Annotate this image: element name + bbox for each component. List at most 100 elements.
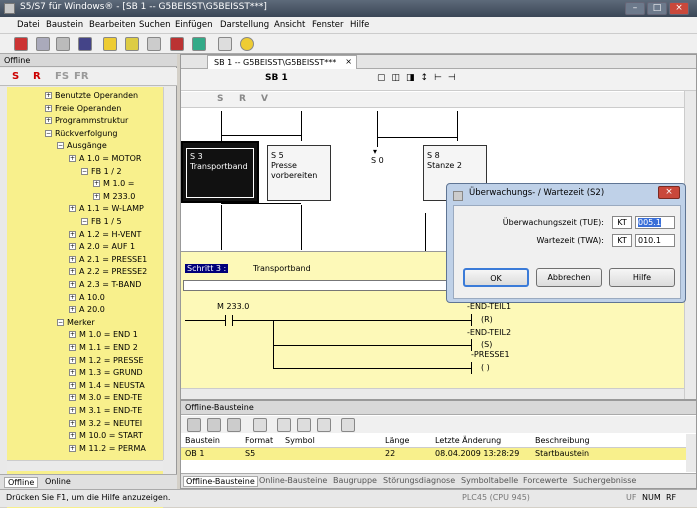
module-icon[interactable] xyxy=(170,37,184,51)
tab-forcewerte[interactable]: Forcewerte xyxy=(521,476,569,485)
minimize-button[interactable]: – xyxy=(625,2,645,15)
menu-suchen[interactable]: Suchen xyxy=(139,20,170,30)
tree-view[interactable]: + Benutzte Operanden + Freie Operanden + Prog… xyxy=(7,87,163,508)
transfer2-icon[interactable] xyxy=(125,37,139,51)
expand-icon[interactable]: + xyxy=(69,268,76,276)
v-tool[interactable]: V xyxy=(261,94,268,104)
tree-item[interactable]: + M 10.0 = START xyxy=(69,431,143,443)
tab-sb1[interactable]: SB 1 -- G5BEISST\G5BEISST*** × xyxy=(207,55,357,69)
monitor-icon[interactable] xyxy=(192,37,206,51)
expand-icon[interactable]: + xyxy=(69,432,76,440)
dialog-close-button[interactable]: × xyxy=(658,186,680,199)
maximize-button[interactable]: □ xyxy=(647,2,667,15)
ok-button[interactable]: OK xyxy=(463,268,529,287)
tab-offline-bausteine[interactable]: Offline-Bausteine xyxy=(183,476,258,487)
menu-baustein[interactable]: Baustein xyxy=(46,20,83,30)
fs-button[interactable]: FS xyxy=(55,71,69,82)
block-tool-icon[interactable] xyxy=(187,418,201,432)
tree-item[interactable]: − Rückverfolgung xyxy=(45,129,117,141)
tree-item[interactable]: + Freie Operanden xyxy=(45,104,121,116)
tree-item[interactable]: + Benutzte Operanden xyxy=(45,91,138,103)
menu-ansicht[interactable]: Ansicht xyxy=(274,20,305,30)
expand-icon[interactable]: − xyxy=(57,142,64,150)
tree-item[interactable]: + M 1.0 = END 1 xyxy=(69,330,138,342)
mail-icon[interactable] xyxy=(218,37,232,51)
tree-item[interactable]: + M 1.2 = PRESSE xyxy=(69,356,144,368)
expand-icon[interactable]: − xyxy=(45,129,52,137)
tree-item[interactable]: + A 1.2 = H-VENT xyxy=(69,230,141,242)
block-tool-icon[interactable] xyxy=(207,418,221,432)
expand-icon[interactable]: + xyxy=(69,205,76,213)
table-row[interactable]: OB 1 S5 22 08.04.2009 13:28:29 Startbaus… xyxy=(181,448,686,460)
expand-icon[interactable]: + xyxy=(69,419,76,427)
menu-hilfe[interactable]: Hilfe xyxy=(350,20,369,30)
reset-button[interactable]: R xyxy=(33,71,41,82)
expand-icon[interactable]: + xyxy=(69,293,76,301)
fr-button[interactable]: FR xyxy=(74,71,89,82)
tab-close-icon[interactable]: × xyxy=(345,57,352,66)
device-icon[interactable] xyxy=(78,37,92,51)
expand-icon[interactable]: + xyxy=(69,331,76,339)
set-tool[interactable]: S xyxy=(217,94,223,104)
tree-item[interactable]: + A 1.0 = MOTOR xyxy=(69,154,141,166)
expand-icon[interactable]: + xyxy=(69,369,76,377)
expand-icon[interactable]: + xyxy=(69,344,76,351)
tree-item[interactable]: + M 1.3 = GRUND xyxy=(69,368,143,380)
tree-item[interactable]: + Programmstruktur xyxy=(45,116,128,128)
menu-bearbeiten[interactable]: Bearbeiten xyxy=(89,20,136,30)
expand-icon[interactable]: + xyxy=(69,394,76,402)
tree-vertical-scrollbar[interactable] xyxy=(163,87,176,460)
tree-item[interactable]: + M 3.1 = END-TE xyxy=(69,406,142,418)
reset-tool[interactable]: R xyxy=(239,94,246,104)
expand-icon[interactable]: + xyxy=(45,117,52,125)
expand-icon[interactable]: + xyxy=(93,180,100,188)
step-tools[interactable]: ▢◫◨↕⊢⊣ xyxy=(377,73,527,87)
tree-item[interactable]: + M 3.0 = END-TE xyxy=(69,393,142,405)
step-s0[interactable]: ▾ S 0 xyxy=(371,137,384,165)
tree-item[interactable]: + A 2.0 = AUF 1 xyxy=(69,242,135,254)
block-tool-icon[interactable] xyxy=(297,418,311,432)
step-s5[interactable]: S 5 Presse vorbereiten xyxy=(267,145,331,201)
block-tool-icon[interactable] xyxy=(253,418,267,432)
expand-icon[interactable]: + xyxy=(69,281,76,288)
col-baustein[interactable]: Baustein xyxy=(185,436,220,445)
tree-item[interactable]: + M 1.4 = NEUSTA xyxy=(69,381,145,393)
help-bubble-icon[interactable] xyxy=(240,37,254,51)
expand-icon[interactable]: + xyxy=(69,381,76,389)
close-button[interactable]: × xyxy=(669,2,689,15)
tree-item[interactable]: − Ausgänge xyxy=(57,141,107,153)
block-tool-icon[interactable] xyxy=(227,418,241,432)
block-tool-icon[interactable] xyxy=(341,418,355,432)
tree-item[interactable]: + A 2.2 = PRESSE2 xyxy=(69,267,147,279)
expand-icon[interactable]: + xyxy=(45,104,52,112)
tue-input[interactable]: 005.1 xyxy=(635,216,675,229)
expand-icon[interactable]: + xyxy=(45,92,52,99)
menu-darstellung[interactable]: Darstellung xyxy=(220,20,269,30)
tab-online[interactable]: Online xyxy=(42,477,74,486)
expand-icon[interactable]: − xyxy=(81,167,88,175)
menu-fenster[interactable]: Fenster xyxy=(312,20,344,30)
expand-icon[interactable]: − xyxy=(81,218,88,225)
tree-item[interactable]: + A 1.1 = W-LAMP xyxy=(69,204,144,216)
tree-item[interactable]: + M 1.1 = END 2 xyxy=(69,343,138,355)
col-format[interactable]: Format xyxy=(245,436,273,445)
help-button[interactable]: Hilfe xyxy=(609,268,675,287)
tab-offline[interactable]: Offline xyxy=(4,477,39,488)
menu-datei[interactable]: Datei xyxy=(17,20,40,30)
tab-online-bausteine[interactable]: Online-Bausteine xyxy=(257,476,329,485)
ladder-horizontal-scrollbar[interactable] xyxy=(181,388,686,399)
expand-icon[interactable]: + xyxy=(69,243,76,251)
expand-icon[interactable]: + xyxy=(69,444,76,452)
tree-item[interactable]: − Merker xyxy=(57,318,95,330)
expand-icon[interactable]: + xyxy=(69,155,76,162)
compare-icon[interactable] xyxy=(147,37,161,51)
copy-icon[interactable] xyxy=(56,37,70,51)
col-beschreibung[interactable]: Beschreibung xyxy=(535,436,590,445)
transfer-icon[interactable] xyxy=(103,37,117,51)
expand-icon[interactable]: + xyxy=(69,230,76,238)
table-vertical-scrollbar[interactable] xyxy=(686,434,696,472)
tree-horizontal-scrollbar[interactable] xyxy=(7,460,163,471)
expand-icon[interactable]: + xyxy=(69,407,76,414)
menu-einfuegen[interactable]: Einfügen xyxy=(175,20,213,30)
cancel-button[interactable]: Abbrechen xyxy=(536,268,602,287)
